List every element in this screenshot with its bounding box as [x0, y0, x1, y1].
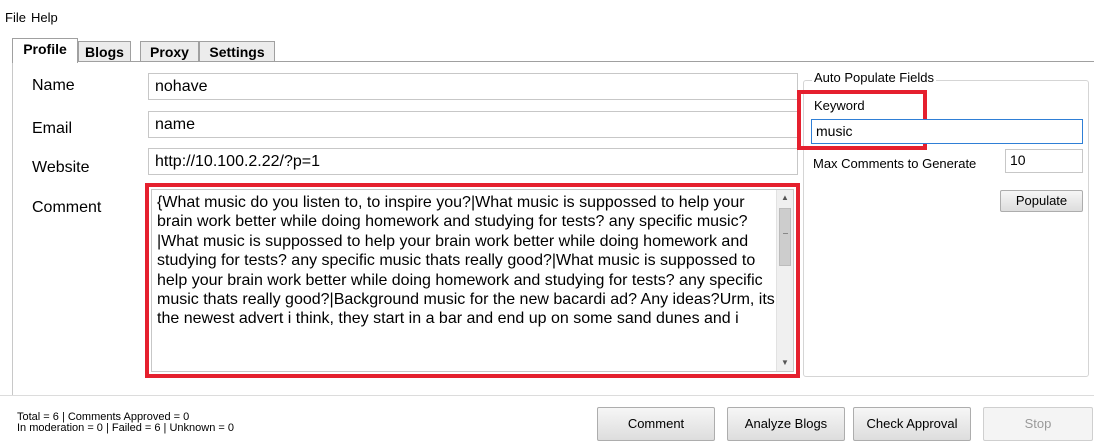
comment-label: Comment	[32, 199, 102, 216]
menu-file[interactable]: File	[5, 10, 26, 25]
tab-profile[interactable]: Profile	[12, 38, 78, 63]
check-approval-button[interactable]: Check Approval	[853, 407, 971, 441]
tab-blogs[interactable]: Blogs	[78, 41, 131, 62]
populate-button[interactable]: Populate	[1000, 190, 1083, 212]
scroll-down-icon[interactable]: ▼	[777, 355, 793, 371]
status-moderation: In moderation = 0 | Failed = 6 | Unknown…	[17, 422, 234, 434]
email-label: Email	[32, 120, 73, 137]
menu-bar: File Help	[0, 0, 1094, 30]
website-label: Website	[32, 159, 90, 176]
keyword-input[interactable]: music	[811, 119, 1083, 144]
max-comments-input[interactable]: 10	[1005, 149, 1083, 173]
keyword-label: Keyword	[814, 98, 865, 113]
status-bar: Total = 6 | Comments Approved = 0 In mod…	[0, 395, 1094, 443]
comment-highlight-box: {What music do you listen to, to inspire…	[145, 183, 800, 378]
auto-populate-title: Auto Populate Fields	[812, 70, 936, 85]
menu-help[interactable]: Help	[31, 10, 58, 25]
comment-text: {What music do you listen to, to inspire…	[157, 194, 775, 328]
tab-proxy[interactable]: Proxy	[140, 41, 199, 62]
max-comments-label: Max Comments to Generate	[813, 156, 977, 171]
comment-button[interactable]: Comment	[597, 407, 715, 441]
tab-settings[interactable]: Settings	[199, 41, 275, 62]
stop-button[interactable]: Stop	[983, 407, 1093, 441]
analyze-blogs-button[interactable]: Analyze Blogs	[727, 407, 845, 441]
comment-textarea[interactable]: {What music do you listen to, to inspire…	[151, 189, 794, 372]
website-field[interactable]: http://10.100.2.22/?p=1	[148, 148, 798, 175]
name-field[interactable]: nohave	[148, 73, 798, 100]
comment-scrollbar[interactable]: ▲ ▼	[776, 190, 793, 371]
email-field[interactable]: name	[148, 111, 798, 138]
scroll-thumb[interactable]	[779, 208, 791, 266]
name-label: Name	[32, 77, 75, 94]
thumb-grip-icon	[783, 233, 788, 234]
scroll-up-icon[interactable]: ▲	[777, 190, 793, 206]
